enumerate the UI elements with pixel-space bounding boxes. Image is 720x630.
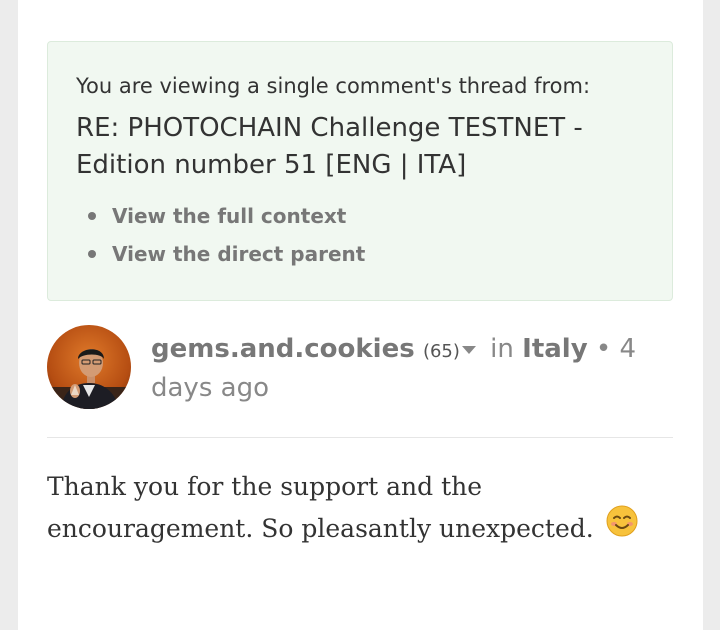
in-label: in — [490, 334, 514, 364]
author-link[interactable]: gems.and.cookies — [151, 334, 415, 364]
separator-dot: • — [595, 334, 612, 364]
reputation-badge: (65) — [422, 341, 460, 362]
view-direct-parent-item[interactable]: View the direct parent — [86, 241, 365, 279]
page-container: You are viewing a single comment's threa… — [18, 0, 703, 630]
thread-intro-text: You are viewing a single comment's threa… — [76, 74, 591, 98]
comment-meta: gems.and.cookies (65) in Italy • 4 days … — [151, 331, 651, 406]
smiling-face-icon — [606, 505, 638, 550]
community-link[interactable]: Italy — [522, 334, 588, 364]
thread-context-box: You are viewing a single comment's threa… — [47, 41, 673, 301]
view-full-context-item[interactable]: View the full context — [86, 203, 365, 241]
divider — [47, 437, 673, 438]
view-direct-parent-link[interactable]: View the direct parent — [112, 242, 365, 266]
author-menu-caret-icon[interactable] — [461, 345, 476, 354]
view-full-context-link[interactable]: View the full context — [112, 204, 346, 228]
bullet-icon — [88, 250, 96, 258]
avatar-image — [47, 325, 131, 409]
comment-body: Thank you for the support and the encour… — [47, 466, 667, 550]
avatar[interactable] — [47, 325, 131, 409]
thread-links-list: View the full context View the direct pa… — [86, 203, 365, 279]
comment-header: gems.and.cookies (65) in Italy • 4 days … — [47, 325, 673, 415]
comment-text: Thank you for the support and the encour… — [47, 472, 594, 543]
bullet-icon — [88, 212, 96, 220]
thread-title-link[interactable]: RE: PHOTOCHAIN Challenge TESTNET - Editi… — [76, 110, 636, 184]
